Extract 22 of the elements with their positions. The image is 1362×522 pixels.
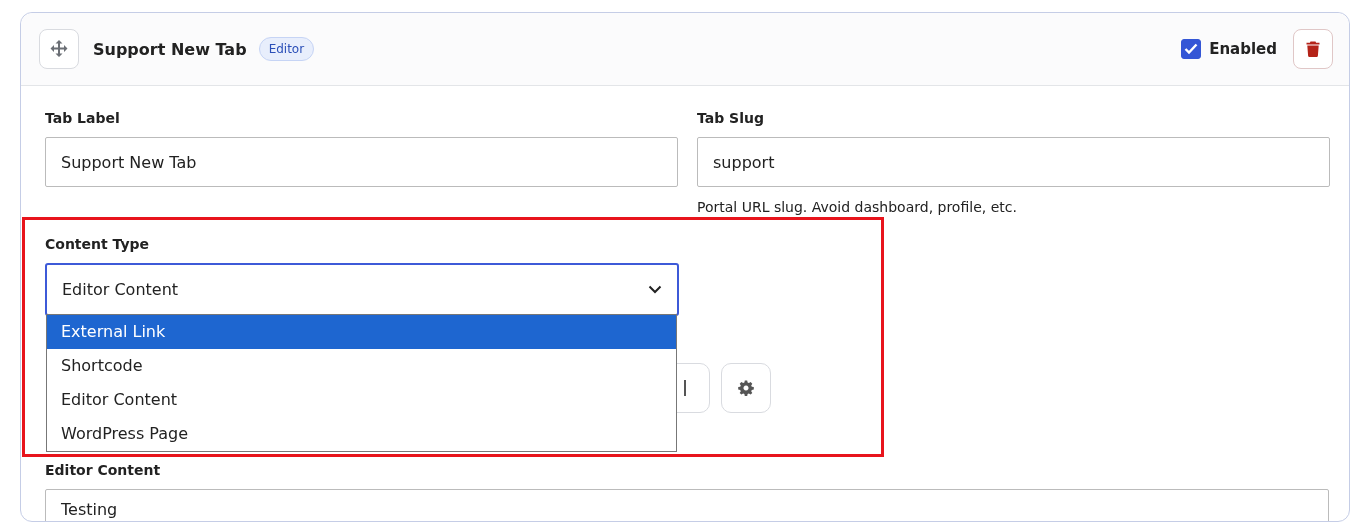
- settings-icon: [738, 380, 754, 396]
- field-hint: Portal URL slug. Avoid dashboard, profile, etc.: [697, 199, 1018, 215]
- type-badge: Editor: [258, 37, 315, 61]
- drag-handle[interactable]: [39, 29, 79, 69]
- settings-button[interactable]: [721, 363, 771, 413]
- tab-title: Support New Tab: [93, 39, 247, 59]
- tab-label-field[interactable]: Support New Tab: [45, 137, 678, 187]
- field-label: Editor Content: [45, 462, 161, 480]
- field-label: Tab Label: [45, 110, 121, 128]
- dropdown-option[interactable]: External Link: [47, 315, 676, 349]
- dropdown-option[interactable]: Shortcode: [47, 349, 676, 383]
- chevron-icon: [648, 285, 662, 294]
- tab-slug-field[interactable]: support: [697, 137, 1330, 187]
- trash-icon: [1306, 41, 1320, 57]
- dropdown-option[interactable]: WordPress Page: [47, 417, 676, 451]
- field-label: Content Type: [45, 236, 151, 254]
- editor-content-field[interactable]: Testing: [45, 489, 1329, 521]
- move-icon: [49, 39, 69, 59]
- enabled-checkbox[interactable]: Enabled: [1181, 39, 1277, 59]
- delete-button[interactable]: [1293, 29, 1333, 69]
- dropdown-option[interactable]: Editor Content: [47, 383, 676, 417]
- field-label: Tab Slug: [697, 110, 765, 128]
